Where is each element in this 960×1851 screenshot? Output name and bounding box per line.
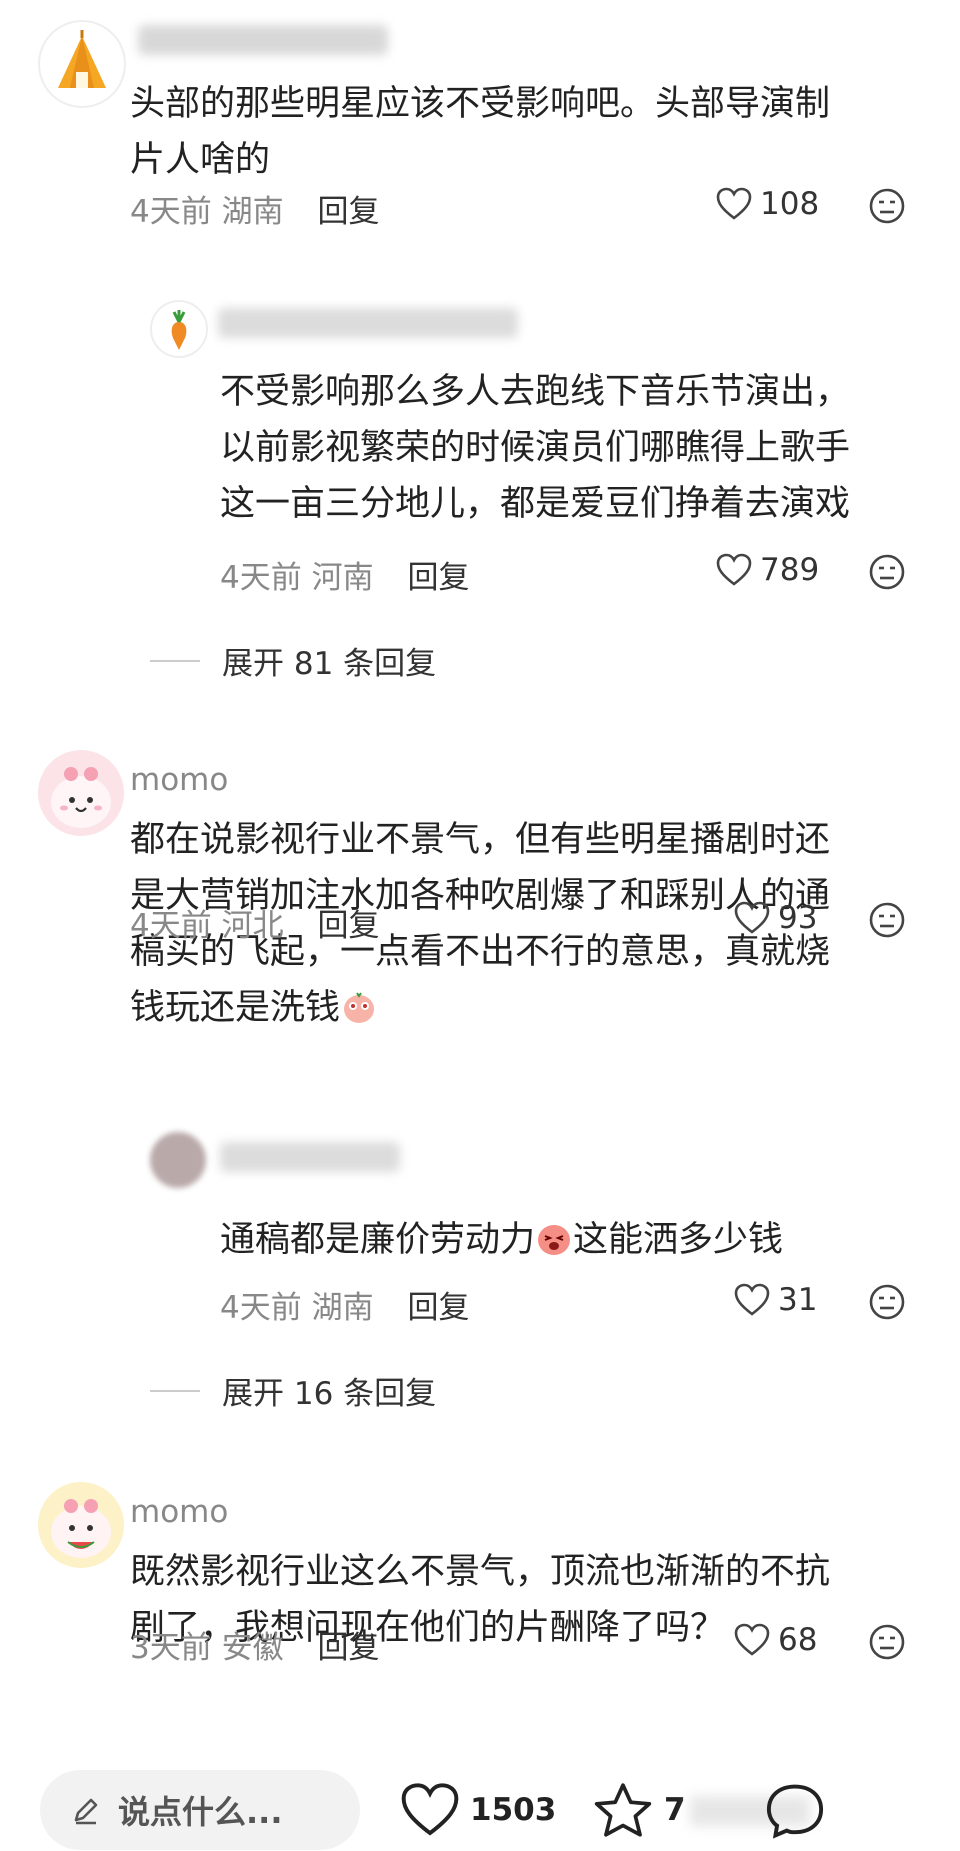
like-count: 68 bbox=[778, 1622, 818, 1658]
post-comment-button[interactable] bbox=[762, 1780, 828, 1842]
like-button[interactable]: 93 bbox=[734, 900, 817, 936]
comment-time: 3天前 bbox=[130, 1630, 212, 1666]
like-count: 789 bbox=[760, 552, 820, 588]
like-count: 108 bbox=[760, 186, 820, 222]
username-blurred bbox=[138, 25, 388, 55]
heart-icon bbox=[716, 553, 752, 586]
reply-meta: 4天前 河南 回复 bbox=[220, 552, 469, 597]
expand-label: 展开 16 条回复 bbox=[222, 1376, 437, 1412]
heart-icon bbox=[734, 1623, 770, 1656]
dislike-face-icon[interactable] bbox=[868, 901, 906, 939]
comment-meta: 3天前 安徽 回复 bbox=[130, 1622, 379, 1667]
reply-button[interactable]: 回复 bbox=[317, 908, 379, 944]
like-button[interactable]: 31 bbox=[734, 1282, 817, 1318]
comment-time: 4天前 bbox=[130, 194, 212, 230]
heart-icon bbox=[401, 1783, 459, 1836]
peach-watermelon-avatar-icon bbox=[51, 1499, 111, 1558]
username-blurred bbox=[220, 1142, 400, 1172]
heart-icon bbox=[734, 901, 770, 934]
tent-icon bbox=[58, 30, 106, 88]
like-button[interactable]: 789 bbox=[716, 552, 819, 588]
comment-text: 头部的那些明星应该不受影响吧。头部导演制 片人啥的 bbox=[130, 84, 831, 180]
reply-avatar[interactable] bbox=[150, 300, 208, 358]
comment-input-placeholder: 说点什么... bbox=[118, 1793, 283, 1831]
post-collect-button[interactable]: 7 bbox=[592, 1780, 686, 1840]
reply-location: 河南 bbox=[311, 560, 374, 596]
expand-label: 展开 81 条回复 bbox=[222, 646, 437, 682]
reply-button[interactable]: 回复 bbox=[317, 1630, 379, 1666]
star-icon bbox=[594, 1783, 652, 1837]
reply-time: 4天前 bbox=[220, 1290, 302, 1326]
pencil-icon bbox=[74, 1798, 98, 1825]
like-button[interactable]: 68 bbox=[734, 1622, 817, 1658]
carrot-icon bbox=[171, 310, 187, 350]
like-count: 93 bbox=[778, 900, 818, 936]
peach-emoji-icon bbox=[344, 992, 375, 1023]
reply-location: 湖南 bbox=[311, 1290, 374, 1326]
post-like-count: 1503 bbox=[470, 1792, 557, 1828]
username-blurred bbox=[218, 308, 518, 338]
dislike-face-icon[interactable] bbox=[868, 187, 906, 225]
comment-time: 4天前 bbox=[130, 908, 212, 944]
divider-line bbox=[150, 659, 200, 662]
like-count: 31 bbox=[778, 1282, 818, 1318]
heart-icon bbox=[734, 1283, 770, 1316]
reply-button[interactable]: 回复 bbox=[317, 194, 379, 230]
avatar[interactable] bbox=[38, 750, 124, 836]
reply-text: 不受影响那么多人去跑线下音乐节演出， 以前影视繁荣的时候演员们哪瞧得上歌手 这一… bbox=[220, 372, 851, 524]
comment-meta: 4天前 湖南 回复 bbox=[130, 186, 379, 231]
username[interactable]: momo bbox=[130, 762, 228, 798]
laughing-peach-emoji-icon bbox=[538, 1225, 571, 1255]
comment-location: 安徽 bbox=[221, 1630, 284, 1666]
avatar[interactable] bbox=[38, 20, 126, 108]
dislike-face-icon[interactable] bbox=[868, 1283, 906, 1321]
comment-location: 河北 bbox=[221, 908, 284, 944]
username[interactable]: momo bbox=[130, 1494, 228, 1530]
divider-line bbox=[150, 1389, 200, 1392]
post-collect-count: 7 bbox=[664, 1792, 686, 1828]
heart-icon bbox=[716, 187, 752, 220]
reply-button[interactable]: 回复 bbox=[407, 1290, 469, 1326]
post-like-button[interactable]: 1503 bbox=[400, 1782, 556, 1838]
reply-button[interactable]: 回复 bbox=[407, 560, 469, 596]
reply-text: 通稿都是廉价劳动力 这能洒多少钱 bbox=[220, 1220, 784, 1260]
comment-meta: 4天前 河北 回复 bbox=[130, 900, 379, 945]
expand-replies-button[interactable]: 展开 16 条回复 bbox=[150, 1368, 436, 1413]
comment-location: 湖南 bbox=[221, 194, 284, 230]
comment-input[interactable]: 说点什么... bbox=[40, 1770, 360, 1850]
expand-replies-button[interactable]: 展开 81 条回复 bbox=[150, 638, 436, 683]
reply-avatar[interactable] bbox=[150, 1132, 206, 1188]
peach-avatar-icon bbox=[51, 767, 111, 828]
avatar[interactable] bbox=[38, 1482, 124, 1568]
dislike-face-icon[interactable] bbox=[868, 553, 906, 591]
reply-time: 4天前 bbox=[220, 560, 302, 596]
reply-meta: 4天前 湖南 回复 bbox=[220, 1282, 469, 1327]
comment-bubble-icon bbox=[766, 1784, 824, 1839]
dislike-face-icon[interactable] bbox=[868, 1623, 906, 1661]
like-button[interactable]: 108 bbox=[716, 186, 819, 222]
